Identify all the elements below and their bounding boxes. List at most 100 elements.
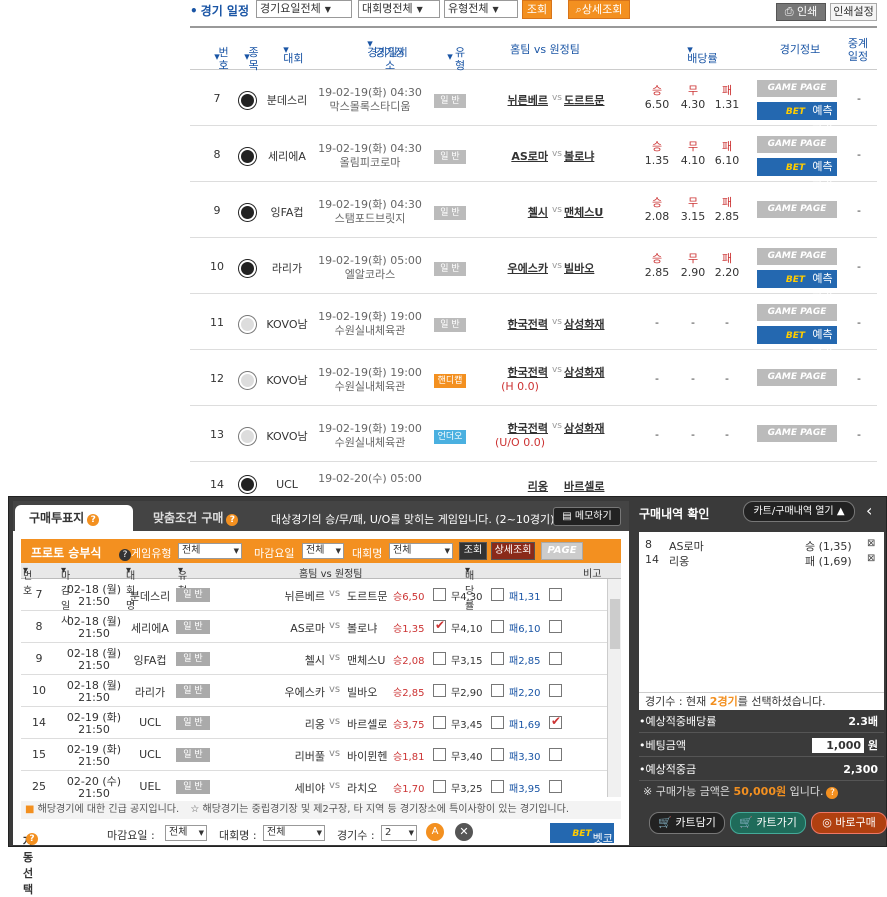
odds-checkbox-d[interactable] — [491, 684, 504, 697]
auto-deadline-select[interactable]: 전체 — [165, 825, 207, 841]
ticket-deadline-time: 21:50 — [78, 627, 110, 640]
th-type[interactable]: 유형▾ — [178, 565, 187, 597]
panel-detail-button[interactable]: 상세조회 — [491, 542, 535, 560]
away-team-link[interactable]: 도르트문 — [564, 92, 612, 108]
gamepage-button[interactable]: GAME PAGE — [757, 369, 837, 386]
odds-checkbox-l[interactable] — [549, 780, 562, 793]
predict-button[interactable]: BET 예측하기 — [757, 158, 837, 191]
odds-checkbox-l[interactable] — [549, 652, 562, 665]
tab-ticket[interactable]: 구매투표지? — [15, 505, 133, 531]
home-team-link[interactable]: 뉘른베르 — [486, 92, 548, 108]
home-team-link[interactable]: 한국전력 — [486, 316, 548, 332]
remove-selection-icon[interactable]: ⊠ — [867, 553, 875, 564]
th-odds[interactable]: 배당률 ▾ — [465, 565, 474, 612]
print-settings-button[interactable]: 인쇄설정 — [830, 3, 877, 21]
away-team-link[interactable]: 삼성화재 — [564, 420, 612, 436]
odds-checkbox-d[interactable] — [491, 652, 504, 665]
away-team-link[interactable]: 맨체스U — [564, 204, 612, 220]
odds-checkbox-l[interactable] — [549, 684, 562, 697]
col-type[interactable]: 유형 ▾ — [430, 37, 470, 72]
league-filter-select[interactable]: 대회명전체 — [358, 0, 440, 18]
odds-checkbox-w[interactable] — [433, 716, 446, 729]
away-team-link[interactable]: 삼성화재 — [564, 364, 612, 380]
add-to-cart-button[interactable]: 🛒 카트담기 — [649, 812, 725, 834]
print-button[interactable]: ⎙ 인쇄 — [776, 3, 826, 21]
odds-checkbox-l[interactable] — [549, 748, 562, 761]
home-team-link[interactable]: 리옹 — [486, 478, 548, 494]
deadline-select[interactable]: 전체 — [302, 543, 344, 559]
away-team-link[interactable]: 삼성화재 — [564, 316, 612, 332]
gamepage-button[interactable]: GAME PAGE — [757, 201, 837, 218]
clear-button[interactable]: ✕ — [455, 823, 473, 841]
ticket-odds-d: 무3,40 — [451, 752, 483, 763]
bet-amount-input[interactable]: 1,000 — [812, 738, 865, 753]
odds-checkbox-l[interactable] — [549, 588, 562, 601]
home-team-link[interactable]: AS로마 — [486, 148, 548, 164]
league-select[interactable]: 전체 — [389, 543, 453, 559]
auto-select-run-button[interactable]: A — [426, 823, 444, 841]
gamepage-button[interactable]: GAME PAGE — [757, 304, 837, 321]
gamepage-button[interactable]: PAGE — [541, 542, 583, 560]
away-team-link[interactable]: 빌바오 — [564, 260, 612, 276]
odds-checkbox-w[interactable] — [433, 748, 446, 761]
odds-checkbox-l[interactable] — [549, 714, 562, 729]
gamepage-button[interactable]: GAME PAGE — [757, 248, 837, 265]
predict-button[interactable]: BET 예측하기 — [757, 270, 837, 303]
odds-checkbox-d[interactable] — [491, 748, 504, 761]
scrollbar[interactable] — [607, 579, 621, 797]
odds-checkbox-d[interactable] — [491, 716, 504, 729]
th-league[interactable]: 대회명 ▾ — [126, 565, 135, 612]
home-team-link[interactable]: 우에스카 — [486, 260, 548, 276]
away-team-link[interactable]: 볼로냐 — [564, 148, 612, 164]
col-league[interactable]: 대회 ▾ — [266, 43, 306, 65]
gamepage-button[interactable]: GAME PAGE — [757, 425, 837, 442]
help-icon[interactable]: ? — [26, 833, 38, 845]
th-num[interactable]: 번호 ▾ — [23, 565, 32, 597]
col-odds[interactable]: 배당률 ▾ — [660, 43, 720, 65]
auto-league-select[interactable]: 전체 — [263, 825, 325, 841]
odds-label-l: 패 — [721, 252, 733, 265]
help-icon[interactable]: ? — [226, 514, 239, 526]
help-icon[interactable]: ? — [826, 787, 839, 799]
help-icon[interactable]: ? — [87, 514, 100, 526]
detail-search-button[interactable]: ⌕상세조회 — [568, 0, 630, 19]
predict-button[interactable]: BET 예측하기 — [757, 326, 837, 359]
home-team-link[interactable]: 한국전력 — [486, 364, 548, 380]
type-badge: 일 반 — [434, 206, 466, 220]
gamepage-button[interactable]: GAME PAGE — [757, 136, 837, 153]
search-button[interactable]: 조회 — [522, 0, 552, 19]
predict-button[interactable]: BET 예측하기 — [757, 102, 837, 135]
odds-checkbox-w[interactable] — [433, 618, 446, 633]
odds-checkbox-d[interactable] — [491, 620, 504, 633]
col-sport[interactable]: 종목 ▾ — [234, 37, 260, 72]
odds-checkbox-w[interactable] — [433, 684, 446, 697]
odds-checkbox-w[interactable] — [433, 588, 446, 601]
odds-checkbox-w[interactable] — [433, 652, 446, 665]
odds-checkbox-d[interactable] — [491, 588, 504, 601]
scroll-thumb[interactable] — [610, 599, 620, 649]
col-datetime[interactable]: 경기일시 ▾ 경기장소 — [330, 37, 410, 72]
panel-search-button[interactable]: 조회 — [459, 542, 487, 560]
away-team-link[interactable]: 바르셀로 — [564, 478, 612, 494]
type-filter-select[interactable]: 유형전체 — [444, 0, 518, 18]
go-cart-button[interactable]: 🛒 카트가기 — [730, 812, 806, 834]
odds-checkbox-d[interactable] — [491, 780, 504, 793]
home-team-link[interactable]: 첼시 — [486, 204, 548, 220]
collapse-icon[interactable]: ‹ — [866, 501, 872, 520]
gamepage-button[interactable]: GAME PAGE — [757, 80, 837, 97]
help-icon[interactable]: ? — [119, 549, 131, 561]
odds-checkbox-l[interactable] — [549, 620, 562, 633]
buy-now-button[interactable]: ◎ 바로구매 — [811, 812, 887, 834]
memo-button[interactable]: ▤ 메모하기 — [553, 507, 621, 526]
bet-coach-button[interactable]: BET 벳코치 — [550, 823, 614, 865]
th-deadline[interactable]: 마감일시 ▾ — [61, 565, 70, 627]
odds-checkbox-w[interactable] — [433, 780, 446, 793]
day-filter-select[interactable]: 경기요일전체 — [256, 0, 352, 18]
auto-count-select[interactable]: 2 — [381, 825, 417, 841]
tab-custom-buy[interactable]: 맞춤조건 구매? — [153, 505, 253, 531]
home-team-link[interactable]: 한국전력 — [486, 420, 548, 436]
open-cart-button[interactable]: 카트/구매내역 열기 ▲ — [743, 501, 855, 522]
col-num[interactable]: 번호 ▾ — [204, 37, 230, 72]
game-type-select[interactable]: 전체 — [178, 543, 242, 559]
remove-selection-icon[interactable]: ⊠ — [867, 538, 875, 549]
